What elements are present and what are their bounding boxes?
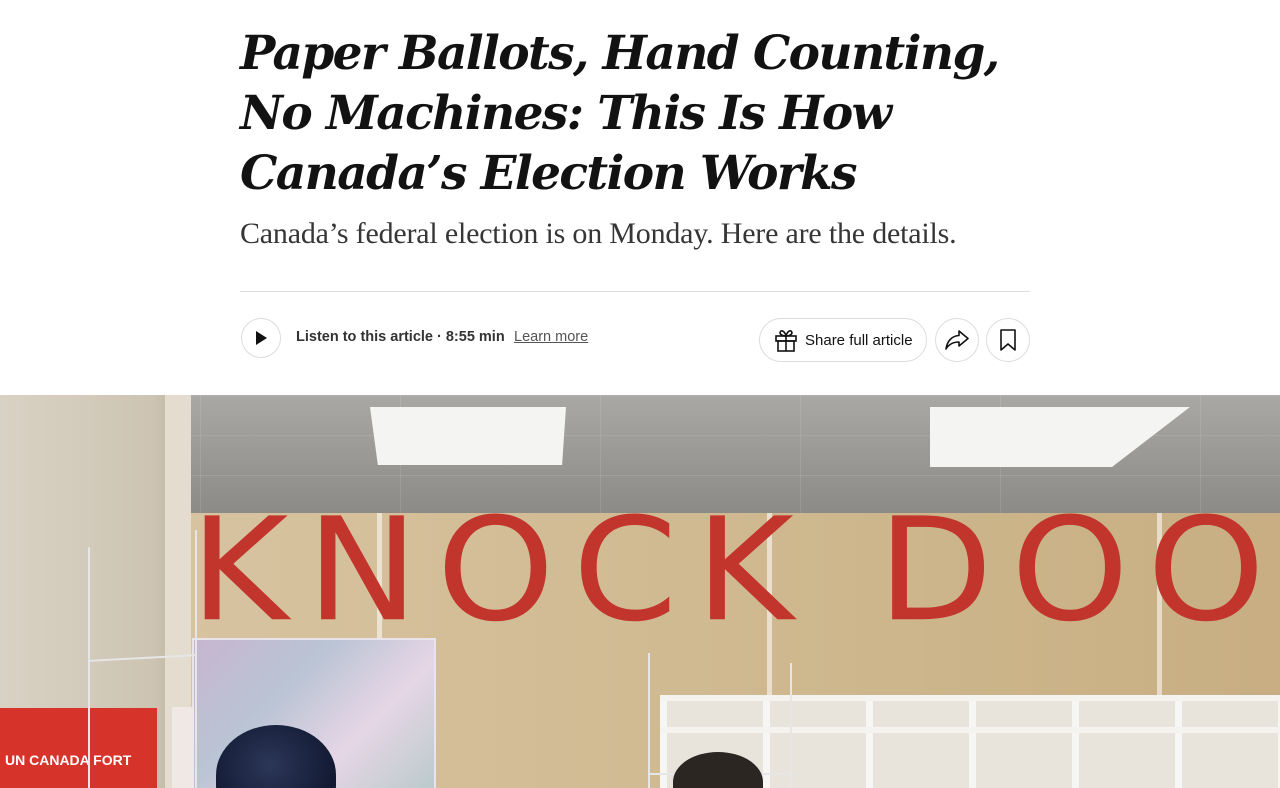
bookmark-icon bbox=[1000, 329, 1016, 351]
sign-wire bbox=[195, 530, 197, 788]
gift-icon bbox=[775, 330, 797, 352]
article-toolbar: Listen to this article · 8:55 min Learn … bbox=[240, 317, 1030, 362]
save-bookmark-button[interactable] bbox=[986, 318, 1030, 362]
whiteboard-rail bbox=[660, 727, 1280, 733]
campaign-sign bbox=[0, 708, 157, 788]
share-button[interactable] bbox=[935, 318, 979, 362]
vertical-sign bbox=[172, 707, 194, 788]
learn-more-link[interactable]: Learn more bbox=[514, 329, 588, 345]
listen-label: Listen to this article · 8:55 min bbox=[296, 329, 505, 345]
sign-wire bbox=[648, 653, 650, 788]
hero-photo: KNOCK DOOR UN CANADA FORT bbox=[0, 395, 1280, 788]
sign-wire bbox=[88, 547, 90, 788]
share-full-article-button[interactable]: Share full article bbox=[759, 318, 927, 362]
share-full-article-label: Share full article bbox=[805, 331, 913, 349]
listen-play-button[interactable] bbox=[241, 318, 281, 358]
share-arrow-icon bbox=[945, 330, 969, 350]
ceiling-light bbox=[370, 407, 566, 465]
campaign-sign-text: UN CANADA FORT bbox=[5, 752, 132, 768]
article-headline: Paper Ballots, Hand Counting, No Machine… bbox=[240, 26, 1000, 201]
play-icon bbox=[256, 331, 267, 345]
header-divider bbox=[240, 291, 1030, 292]
article-summary: Canada’s federal election is on Monday. … bbox=[240, 217, 957, 250]
sign-wire bbox=[790, 663, 792, 788]
